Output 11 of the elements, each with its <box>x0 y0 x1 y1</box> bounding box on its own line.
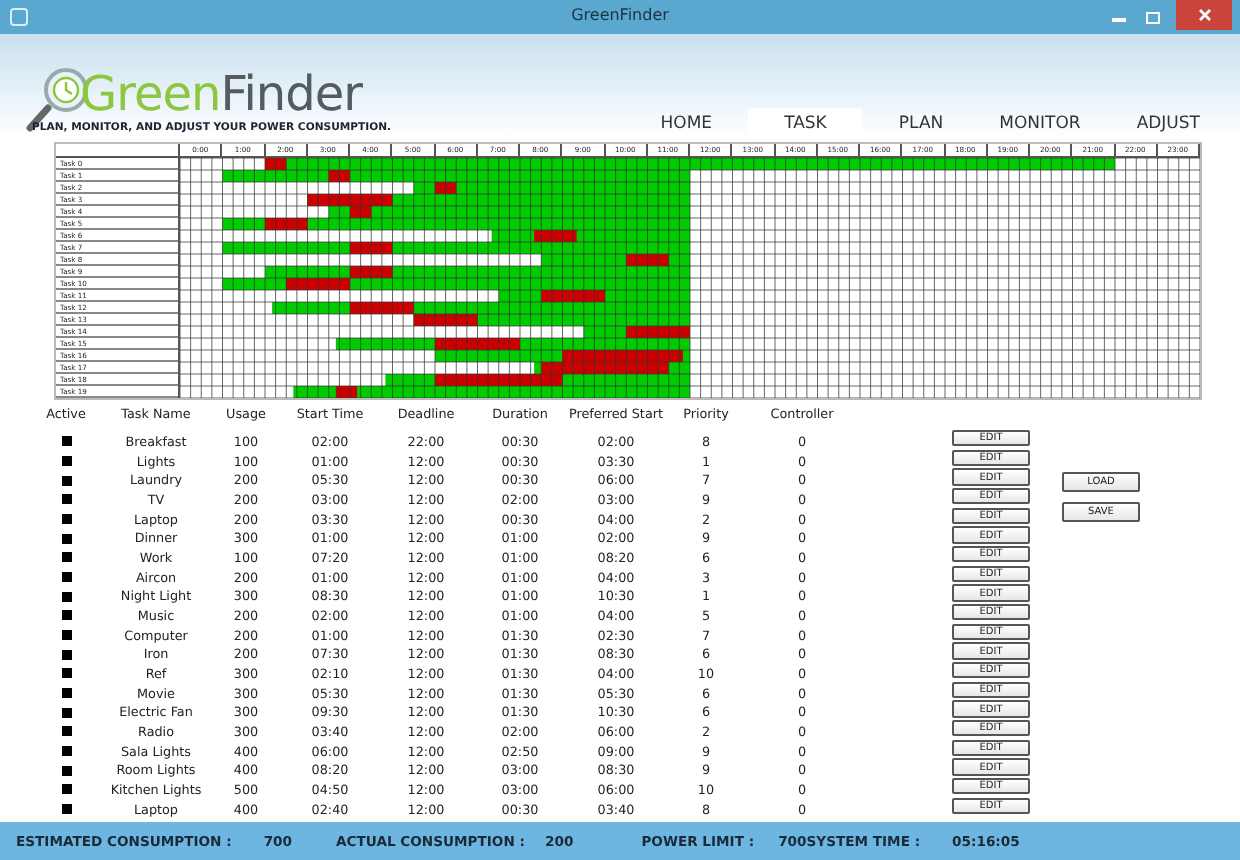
logo-text: GreenFinder <box>80 68 362 120</box>
window-title: GreenFinder <box>571 6 669 24</box>
close-button[interactable] <box>1176 0 1232 30</box>
nav-tab[interactable]: MONITOR <box>979 108 1101 138</box>
nav-tab[interactable]: PLAN <box>878 108 964 138</box>
nav-tab[interactable]: ADJUST <box>1116 108 1220 138</box>
nav-tab[interactable]: HOME <box>640 108 733 138</box>
close-icon <box>1197 8 1211 22</box>
nav-tab[interactable]: TASK <box>748 108 863 138</box>
app-icon <box>10 8 28 26</box>
maximize-icon[interactable] <box>1146 11 1160 23</box>
